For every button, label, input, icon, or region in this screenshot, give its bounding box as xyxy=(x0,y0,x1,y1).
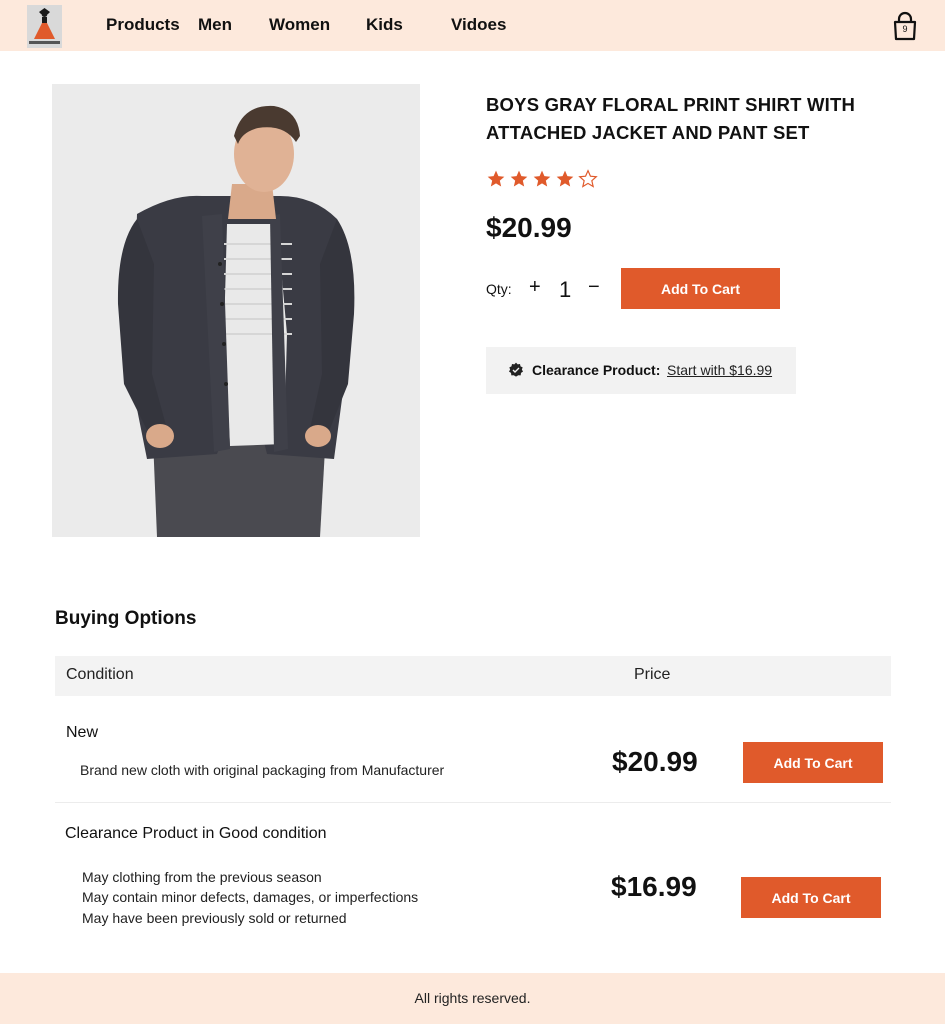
cart-count-badge: 9 xyxy=(902,24,908,34)
nav-videos[interactable]: Vidoes xyxy=(451,15,506,35)
condition-description: Brand new cloth with original packaging … xyxy=(80,762,445,778)
nav-men[interactable]: Men xyxy=(198,15,232,35)
buying-options-title: Buying Options xyxy=(55,608,197,629)
star-filled-icon xyxy=(533,170,551,187)
product-image xyxy=(52,84,420,537)
clearance-link[interactable]: Start with $16.99 xyxy=(667,362,772,378)
column-header-price: Price xyxy=(634,666,671,683)
nav-kids[interactable]: Kids xyxy=(366,15,403,35)
qty-label: Qty: xyxy=(486,281,512,297)
add-to-cart-button[interactable]: Add To Cart xyxy=(621,268,780,309)
star-empty-icon xyxy=(578,169,598,188)
condition-description: May have been previously sold or returne… xyxy=(82,910,347,926)
star-filled-icon xyxy=(556,170,574,187)
condition-description: May contain minor defects, damages, or i… xyxy=(82,889,419,905)
column-header-condition: Condition xyxy=(66,666,134,683)
product-price: $20.99 xyxy=(486,212,572,243)
site-footer: All rights reserved. xyxy=(0,973,945,1024)
brand-logo[interactable] xyxy=(27,5,62,48)
shopping-bag-button[interactable]: 9 xyxy=(890,11,920,41)
condition-name: Clearance Product in Good condition xyxy=(65,825,327,842)
qty-increase-button[interactable]: + xyxy=(529,276,541,298)
qty-value: 1 xyxy=(559,277,572,302)
condition-description: May clothing from the previous season xyxy=(82,869,322,885)
add-to-cart-button[interactable]: Add To Cart xyxy=(743,742,883,783)
star-filled-icon xyxy=(510,170,528,187)
options-table-header: Condition Price xyxy=(55,656,891,696)
condition-name: New xyxy=(66,724,99,741)
qty-decrease-button[interactable]: − xyxy=(588,276,600,298)
option-price: $20.99 xyxy=(612,746,698,777)
star-filled-icon xyxy=(487,170,505,187)
clearance-label: Clearance Product: xyxy=(532,362,661,378)
nav-products[interactable]: Products xyxy=(106,15,180,35)
site-header: Products Men Women Kids Vidoes 9 xyxy=(0,0,945,51)
product-rating xyxy=(486,169,598,189)
footer-copyright: All rights reserved. xyxy=(414,990,531,1006)
row-divider xyxy=(55,802,891,803)
clearance-banner: Clearance Product: Start with $16.99 xyxy=(486,347,796,394)
badge-check-icon xyxy=(509,362,523,377)
option-price: $16.99 xyxy=(611,871,697,902)
nav-women[interactable]: Women xyxy=(269,15,330,35)
product-title: BOYS GRAY FLORAL PRINT SHIRT WITH ATTACH… xyxy=(486,94,856,143)
add-to-cart-button[interactable]: Add To Cart xyxy=(741,877,881,918)
